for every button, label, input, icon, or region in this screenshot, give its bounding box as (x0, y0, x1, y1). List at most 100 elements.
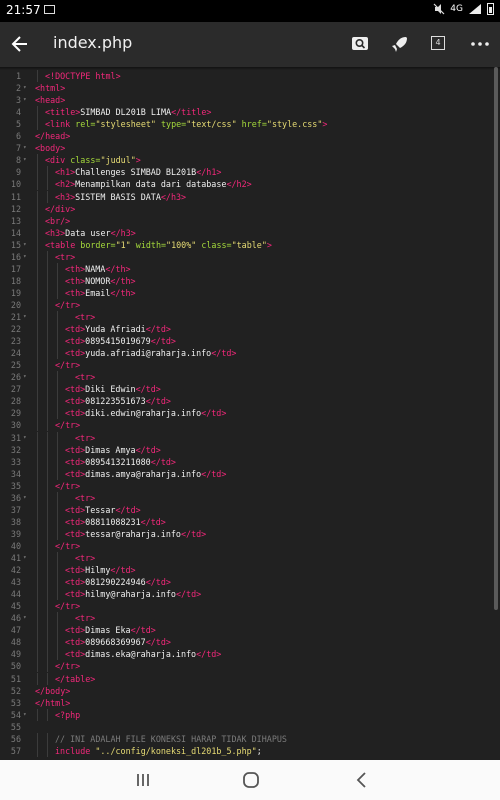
indent-guide (37, 455, 38, 468)
tabs-icon[interactable]: 4 (431, 36, 445, 50)
code-line[interactable]: 6 </head> (0, 130, 500, 142)
code-line[interactable]: 20 </tr> (0, 298, 500, 311)
line-number: 42 (10, 565, 21, 576)
code-line[interactable]: 13 <br/> (0, 214, 500, 227)
code-text: <th>Email</th> (65, 287, 136, 298)
code-text: <th>NOMOR</th> (65, 275, 136, 286)
fold-toggle-icon[interactable]: ▾ (23, 492, 27, 504)
fold-toggle-icon[interactable]: ▾ (23, 311, 27, 323)
fold-toggle-icon[interactable]: ▾ (23, 432, 27, 444)
code-line[interactable]: 50 </tr> (0, 660, 500, 673)
home-icon[interactable] (241, 770, 261, 790)
code-line[interactable]: 37 <td>Tessar</td> (0, 503, 500, 516)
indent-guide (37, 503, 38, 516)
code-line[interactable]: 21 ▾ <tr> (0, 311, 500, 323)
code-line[interactable]: 24 <td>yuda.afriadi@raharja.info</td> (0, 347, 500, 360)
code-line[interactable]: 44 <td>hilmy@raharja.info</td> (0, 588, 500, 601)
code-line[interactable]: 53 </html> (0, 697, 500, 709)
code-line[interactable]: 46 ▾ <tr> (0, 612, 500, 625)
code-line[interactable]: 25 </tr> (0, 359, 500, 372)
code-line[interactable]: 8 ▾ <div class="judul"> (0, 154, 500, 167)
code-line[interactable]: 56 // INI ADALAH FILE KONEKSI HARAP TIDAK… (0, 732, 500, 745)
fold-toggle-icon[interactable]: ▾ (23, 94, 27, 106)
line-number: 2 (15, 83, 21, 94)
code-line[interactable]: 18 <th>NOMOR</th> (0, 274, 500, 287)
fold-toggle-icon[interactable]: ▾ (23, 552, 27, 564)
code-line[interactable]: 35 </tr> (0, 479, 500, 492)
code-line[interactable]: 55 (0, 721, 500, 733)
code-line[interactable]: 12 </div> (0, 202, 500, 215)
code-line[interactable]: 7 ▾ <body> (0, 142, 500, 154)
code-line[interactable]: 41 ▾ <tr> (0, 552, 500, 564)
fold-toggle-icon[interactable]: ▾ (23, 239, 27, 251)
back-icon[interactable] (352, 770, 372, 790)
code-line[interactable]: 27 <td>Diki Edwin</td> (0, 383, 500, 396)
fold-toggle-icon[interactable]: ▾ (23, 142, 27, 154)
code-line[interactable]: 9 <h1>Challenges SIMBAD BL201B</h1> (0, 166, 500, 179)
code-line[interactable]: 54 ▾ <?php (0, 708, 500, 721)
code-line[interactable]: 4 <title>SIMBAD DL201B LIMA</title> (0, 106, 500, 119)
indent-guide (37, 576, 38, 589)
fold-toggle-icon[interactable]: ▾ (23, 82, 27, 94)
fold-toggle-icon[interactable]: ▾ (23, 371, 27, 383)
code-text: <body> (35, 143, 66, 154)
code-editor[interactable]: 1 <!DOCTYPE html> 2 ▾ <html> 3 ▾ <head> 4 <title>… (0, 67, 500, 760)
code-line[interactable]: 11 <h3>SISTEM BASIS DATA</h3> (0, 190, 500, 203)
code-line[interactable]: 32 <td>Dimas Amya</td> (0, 443, 500, 456)
code-line[interactable]: 47 <td>Dimas Eka</td> (0, 624, 500, 637)
code-line[interactable]: 3 ▾ <head> (0, 94, 500, 106)
fold-toggle-icon[interactable]: ▾ (23, 251, 27, 263)
code-line[interactable]: 51 </table> (0, 672, 500, 685)
code-line[interactable]: 2 ▾ <html> (0, 82, 500, 94)
indent-guide (57, 624, 58, 637)
code-line[interactable]: 49 <td>dimas.eka@raharja.info</td> (0, 648, 500, 661)
fold-toggle-icon[interactable]: ▾ (23, 709, 27, 721)
code-line[interactable]: 22 <td>Yuda Afriadi</td> (0, 323, 500, 336)
code-line[interactable]: 26 ▾ <tr> (0, 371, 500, 384)
back-arrow-icon[interactable] (10, 34, 30, 54)
code-line[interactable]: 28 <td>081223551673</td> (0, 395, 500, 408)
code-line[interactable]: 14 <h3>Data user</h3> (0, 226, 500, 239)
code-line[interactable]: 29 <td>diki.edwin@raharja.info</td> (0, 407, 500, 420)
code-line[interactable]: 1 <!DOCTYPE html> (0, 70, 500, 82)
code-line[interactable]: 30 </tr> (0, 419, 500, 432)
line-number: 30 (10, 420, 21, 431)
indent-guide (37, 648, 38, 661)
line-number: 10 (10, 179, 21, 190)
code-line[interactable]: 40 </tr> (0, 539, 500, 552)
indent-guide (37, 262, 38, 275)
recent-apps-icon[interactable] (133, 770, 153, 790)
code-line[interactable]: 45 </tr> (0, 600, 500, 613)
code-line[interactable]: 39 <td>tessar@raharja.info</td> (0, 527, 500, 540)
indent-guide (37, 359, 38, 372)
fold-toggle-icon[interactable]: ▾ (23, 154, 27, 166)
code-line[interactable]: 43 <td>081290224946</td> (0, 576, 500, 589)
code-line[interactable]: 31 ▾ <tr> (0, 431, 500, 444)
code-line[interactable]: 10 <h2>Menampilkan data dari database</h2… (0, 178, 500, 191)
indent-guide (47, 515, 48, 528)
code-line[interactable]: 23 <td>0895415019679</td> (0, 335, 500, 348)
code-line[interactable]: 57 include "../config/koneksi_dl201b_5.ph… (0, 744, 500, 757)
indent-guide (47, 178, 48, 191)
indent-guide (57, 467, 58, 480)
code-line[interactable]: 48 <td>089668369967</td> (0, 636, 500, 649)
indent-guide (57, 443, 58, 456)
code-line[interactable]: 15 ▾ <table border="1" width="100%" class=… (0, 238, 500, 251)
fold-toggle-icon[interactable]: ▾ (23, 612, 27, 624)
code-line[interactable]: 36 ▾ <tr> (0, 491, 500, 504)
code-line[interactable]: 38 <td>08811088231</td> (0, 515, 500, 528)
indent-guide (47, 311, 48, 323)
code-line[interactable]: 33 <td>0895413211080</td> (0, 455, 500, 468)
code-line[interactable]: 17 <th>NAMA</th> (0, 262, 500, 275)
code-line[interactable]: 5 <link rel="stylesheet" type="text/css" … (0, 118, 500, 131)
code-text: <tr> (75, 312, 96, 322)
code-line[interactable]: 34 <td>dimas.amya@raharja.info</td> (0, 467, 500, 480)
code-line[interactable]: 42 <td>Hilmy</td> (0, 564, 500, 577)
code-line[interactable]: 16 ▾ <tr> (0, 250, 500, 263)
search-icon[interactable] (350, 34, 370, 54)
more-icon[interactable] (470, 34, 490, 54)
code-line[interactable]: 52 </body> (0, 685, 500, 697)
code-line[interactable]: 19 <th>Email</th> (0, 286, 500, 299)
indent-guide (47, 262, 48, 275)
rocket-icon[interactable] (390, 34, 410, 54)
